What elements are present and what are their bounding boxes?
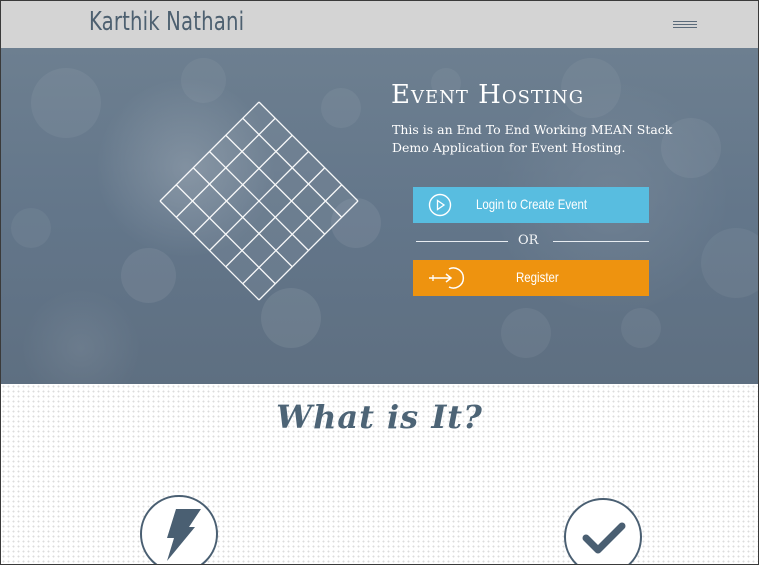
or-text: OR: [518, 233, 539, 248]
register-button[interactable]: Register: [413, 260, 649, 296]
brand-logo[interactable]: Karthik Nathani: [89, 7, 244, 37]
feature-check-icon: [564, 498, 642, 564]
section-title: What is It?: [276, 398, 483, 436]
hamburger-menu-icon[interactable]: [673, 18, 699, 30]
or-separator: OR: [414, 233, 650, 249]
login-to-create-event-button[interactable]: Login to Create Event: [413, 187, 649, 223]
top-navbar: Karthik Nathani: [1, 1, 758, 48]
grid-diamond-graphic: [131, 73, 391, 333]
hero-description: This is an End To End Working MEAN Stack…: [392, 122, 673, 155]
app-window: Karthik Nathani Event Hosting This is an…: [0, 0, 759, 565]
hero-title: Event Hosting: [391, 80, 585, 110]
feature-lightning-icon: [140, 495, 218, 564]
hero-section: Event Hosting This is an End To End Work…: [1, 48, 758, 384]
register-button-label: Register: [516, 269, 559, 285]
sign-in-icon: [427, 265, 467, 294]
what-is-it-section: What is It?: [1, 384, 758, 564]
play-circle-icon: [427, 192, 453, 221]
checkmark-icon: [582, 522, 626, 554]
lightning-bolt-icon: [167, 509, 201, 561]
login-button-label: Login to Create Event: [476, 196, 588, 212]
